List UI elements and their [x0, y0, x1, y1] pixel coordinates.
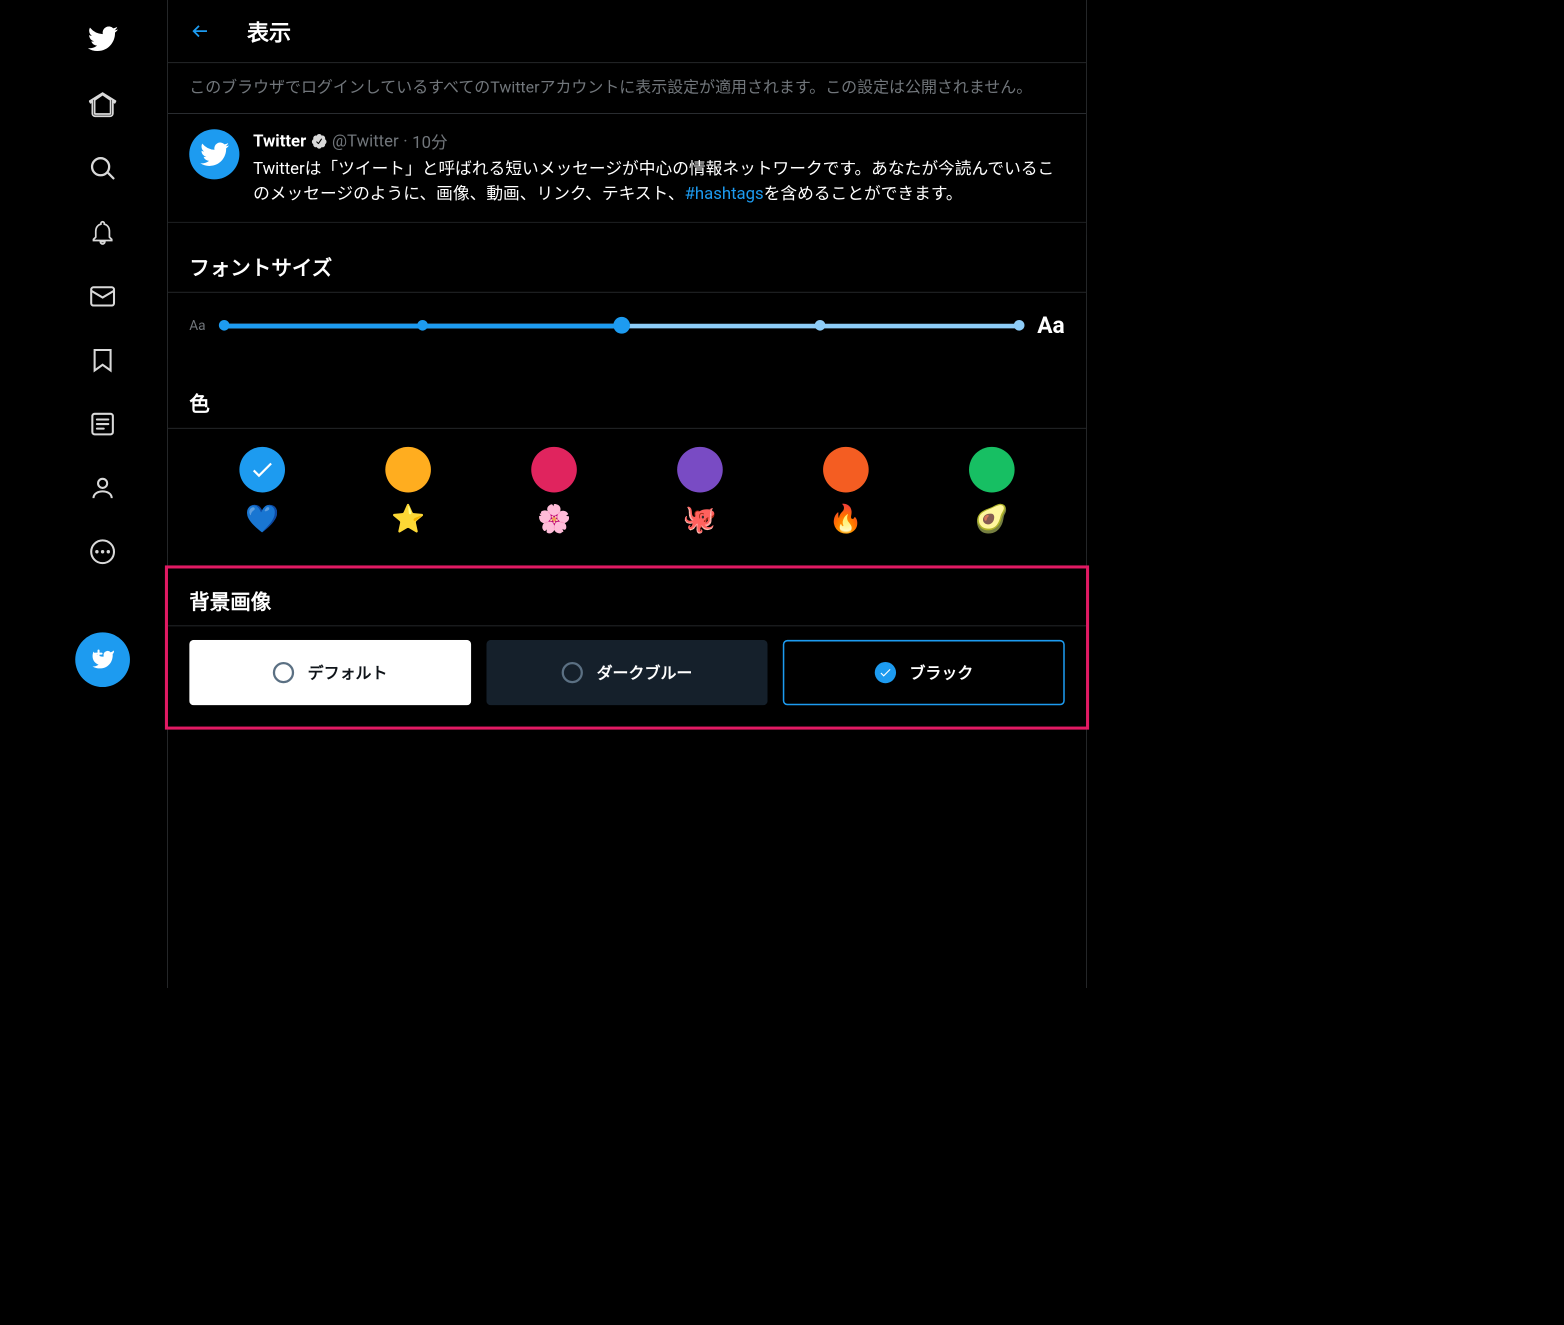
color-swatch [385, 447, 431, 493]
fontsize-large-label: Aa [1037, 313, 1065, 340]
color-option-5[interactable]: 🥑 [969, 447, 1015, 535]
tweet-handle: @Twitter [332, 132, 399, 151]
background-option-black[interactable]: ブラック [783, 640, 1065, 705]
checkmark-icon [249, 457, 275, 483]
settings-description: このブラウザでログインしているすべてのTwitterアカウントに表示設定が適用さ… [168, 63, 1086, 114]
fontsize-slider[interactable] [224, 323, 1019, 329]
background-option-default[interactable]: デフォルト [189, 640, 471, 705]
radio-checked-icon [875, 662, 896, 683]
lists-icon[interactable] [89, 410, 116, 437]
color-option-2[interactable]: 🌸 [531, 447, 577, 535]
fontsize-slider-row: Aa Aa [168, 293, 1086, 359]
color-option-4[interactable]: 🔥 [823, 447, 869, 535]
background-option-dim[interactable]: ダークブルー [486, 640, 768, 705]
avatar [189, 130, 239, 180]
background-section-highlighted: 背景画像 デフォルト ダークブルー ブラック [165, 566, 1089, 730]
color-section-title: 色 [168, 371, 1086, 428]
color-option-3[interactable]: 🐙 [677, 447, 723, 535]
tweet-text: Twitterは「ツイート」と呼ばれる短いメッセージが中心の情報ネットワークです… [253, 157, 1065, 207]
slider-thumb[interactable] [613, 317, 630, 334]
verified-badge-icon [311, 133, 328, 150]
color-swatch [239, 447, 285, 493]
color-emoji: 🥑 [975, 503, 1009, 535]
color-emoji: ⭐ [391, 503, 425, 535]
twitter-logo-icon[interactable] [87, 23, 119, 55]
bookmarks-icon[interactable] [89, 347, 116, 374]
color-emoji: 🔥 [829, 503, 863, 535]
color-swatch [677, 447, 723, 493]
tweet-author-name: Twitter [253, 132, 306, 151]
fontsize-small-label: Aa [189, 318, 205, 334]
sidebar [38, 0, 167, 988]
home-icon[interactable] [89, 91, 116, 118]
page-title: 表示 [247, 15, 291, 47]
messages-icon[interactable] [89, 283, 116, 310]
fontsize-section-title: フォントサイズ [168, 235, 1086, 292]
background-section-title: 背景画像 [168, 569, 1086, 626]
color-swatch [823, 447, 869, 493]
tweet-time: 10分 [412, 130, 448, 154]
color-options: 💙 ⭐ 🌸 🐙 🔥 🥑 [168, 429, 1086, 554]
notifications-icon[interactable] [89, 219, 116, 246]
page-header: 表示 [168, 0, 1086, 63]
color-emoji: 💙 [245, 503, 279, 535]
sample-tweet: Twitter @Twitter · 10分 Twitterは「ツイート」と呼ば… [168, 114, 1086, 223]
radio-unchecked-icon [273, 662, 294, 683]
back-arrow-icon[interactable] [189, 21, 210, 42]
search-icon[interactable] [89, 155, 116, 182]
profile-icon[interactable] [89, 474, 116, 501]
color-swatch [531, 447, 577, 493]
color-swatch [969, 447, 1015, 493]
main-content: 表示 このブラウザでログインしているすべてのTwitterアカウントに表示設定が… [167, 0, 1087, 988]
color-option-1[interactable]: ⭐ [385, 447, 431, 535]
more-icon[interactable] [89, 538, 116, 565]
hashtag-link[interactable]: #hashtags [685, 185, 764, 204]
color-emoji: 🌸 [537, 503, 571, 535]
color-option-0[interactable]: 💙 [239, 447, 285, 535]
color-emoji: 🐙 [683, 503, 717, 535]
compose-button[interactable] [75, 632, 130, 687]
radio-unchecked-icon [562, 662, 583, 683]
